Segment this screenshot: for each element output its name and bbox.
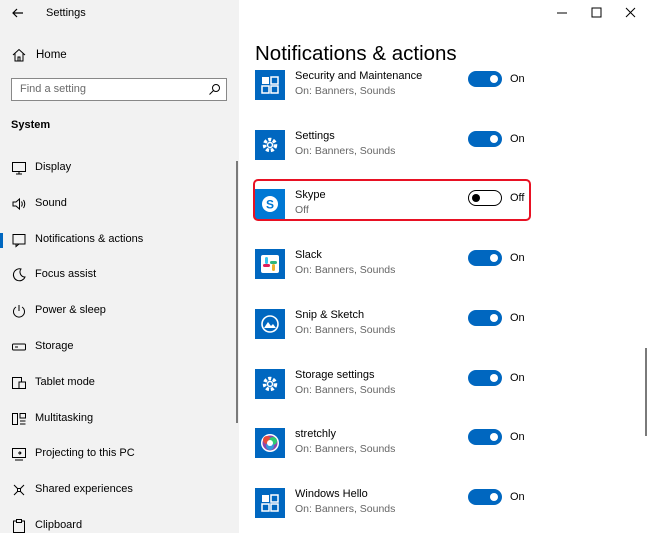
sidebar-item-label: Display	[35, 161, 72, 173]
section-heading: System	[11, 119, 51, 131]
app-status: On: Banners, Sounds	[295, 383, 396, 396]
sidebar-item-notifications-actions[interactable]: Notifications & actions	[0, 225, 236, 255]
app-status: On: Banners, Sounds	[295, 144, 396, 157]
app-notification-row: Windows Hello On: Banners, Sounds On	[255, 487, 645, 532]
sidebar-item-multitasking[interactable]: Multitasking	[0, 404, 236, 434]
search-box[interactable]	[11, 78, 227, 101]
toggle-state-label: On	[510, 252, 525, 265]
display-icon	[12, 162, 26, 175]
main-scrollbar[interactable]	[645, 348, 647, 436]
sidebar-item-label: Shared experiences	[35, 483, 133, 496]
minimize-icon	[557, 12, 567, 14]
toggle-state-label: On	[510, 311, 525, 324]
app-notification-row: Slack On: Banners, Sounds On	[255, 249, 645, 293]
notification-toggle[interactable]	[468, 488, 502, 505]
sidebar-item-power-sleep[interactable]: Power & sleep	[0, 296, 236, 326]
moon-icon	[12, 268, 26, 282]
notification-toggle[interactable]	[468, 309, 502, 326]
close-icon	[625, 7, 636, 18]
page-title: Notifications & actions	[255, 42, 457, 65]
snip-sketch-icon	[255, 308, 285, 339]
sidebar-item-focus-assist[interactable]: Focus assist	[0, 260, 236, 290]
app-name[interactable]: Slack	[295, 249, 322, 261]
toggle-state-label: On	[510, 132, 525, 145]
home-icon	[12, 48, 26, 62]
app-status: On: Banners, Sounds	[295, 85, 396, 97]
storage-icon	[12, 343, 26, 351]
toggle-state-label: On	[510, 490, 525, 503]
notification-toggle[interactable]	[468, 130, 502, 147]
search-input[interactable]	[20, 83, 200, 95]
app-name[interactable]: Storage settings	[295, 369, 375, 381]
sidebar-item-label: Projecting to this PC	[35, 447, 135, 460]
sidebar-item-storage[interactable]: Storage	[0, 332, 236, 362]
sidebar-item-shared-experiences[interactable]: Shared experiences	[0, 475, 236, 505]
close-button[interactable]	[614, 0, 648, 26]
main-content: Notifications & actions Security and Mai…	[239, 0, 648, 533]
app-status: On: Banners, Sounds	[295, 264, 396, 277]
maximize-button[interactable]	[580, 0, 614, 26]
home-label: Home	[36, 49, 67, 61]
app-name[interactable]: Windows Hello	[295, 488, 368, 500]
app-notification-row: Settings On: Banners, Sounds On	[255, 129, 645, 174]
app-notification-row: Snip & Sketch On: Banners, Sounds On	[255, 308, 645, 353]
app-status: On: Banners, Sounds	[295, 323, 396, 336]
stretchly-icon	[255, 428, 285, 459]
notification-toggle[interactable]	[468, 71, 502, 87]
back-button[interactable]	[6, 3, 30, 23]
sidebar-item-label: Sound	[35, 196, 67, 209]
sidebar: Settings Home System Display Sound Notific…	[0, 0, 239, 533]
sidebar-item-label: Notifications & actions	[35, 232, 144, 245]
gear-icon	[255, 368, 285, 399]
clipboard-icon	[13, 519, 25, 533]
sidebar-item-sound[interactable]: Sound	[0, 189, 236, 219]
home-nav-item[interactable]: Home	[11, 46, 231, 66]
tablet-icon	[12, 376, 26, 389]
toggle-state-label: On	[510, 431, 525, 444]
sidebar-item-label: Multitasking	[35, 411, 94, 424]
projector-icon	[12, 448, 26, 461]
shared-icon	[13, 484, 25, 496]
app-name[interactable]: stretchly	[295, 428, 336, 440]
app-notification-row: Storage settings On: Banners, Sounds On	[255, 368, 645, 413]
app-name[interactable]: Settings	[295, 130, 335, 142]
notification-toggle[interactable]	[468, 250, 502, 267]
search-icon[interactable]	[208, 83, 221, 96]
notification-toggle[interactable]	[468, 369, 502, 386]
sidebar-scrollbar[interactable]	[236, 161, 238, 423]
gear-icon	[255, 129, 285, 160]
windows-hello-icon	[255, 487, 285, 518]
sidebar-item-label: Power & sleep	[35, 304, 106, 317]
sidebar-item-label: Storage	[35, 340, 74, 352]
power-icon	[13, 305, 25, 318]
app-name[interactable]: Security and Maintenance	[295, 70, 422, 82]
sidebar-item-projecting-to-this-pc[interactable]: Projecting to this PC	[0, 439, 236, 469]
toggle-state-label: On	[510, 371, 525, 384]
skype-highlight-box	[253, 179, 531, 221]
sidebar-item-display[interactable]: Display	[0, 153, 236, 183]
minimize-button[interactable]	[545, 0, 579, 26]
sidebar-item-label: Focus assist	[35, 268, 97, 281]
app-status: On: Banners, Sounds	[295, 443, 396, 456]
sidebar-item-label: Clipboard	[35, 519, 83, 531]
sidebar-item-label: Tablet mode	[35, 375, 95, 388]
security-icon	[255, 70, 285, 100]
title-bar: Settings	[0, 0, 239, 26]
toggle-state-label: On	[510, 73, 525, 85]
app-notification-row: Security and Maintenance On: Banners, Sou…	[255, 70, 645, 114]
back-arrow-icon	[12, 8, 23, 18]
app-name[interactable]: Snip & Sketch	[295, 309, 364, 321]
sidebar-item-tablet-mode[interactable]: Tablet mode	[0, 368, 236, 398]
notification-toggle[interactable]	[468, 429, 502, 446]
notification-icon	[12, 233, 26, 248]
slack-icon	[255, 249, 285, 280]
multitasking-icon	[12, 412, 26, 425]
speaker-icon	[12, 197, 26, 210]
app-notification-row: stretchly On: Banners, Sounds On	[255, 428, 645, 472]
app-title: Settings	[46, 7, 86, 19]
maximize-icon	[591, 7, 602, 18]
sidebar-item-clipboard[interactable]: Clipboard	[0, 511, 236, 533]
app-status: On: Banners, Sounds	[295, 502, 396, 515]
